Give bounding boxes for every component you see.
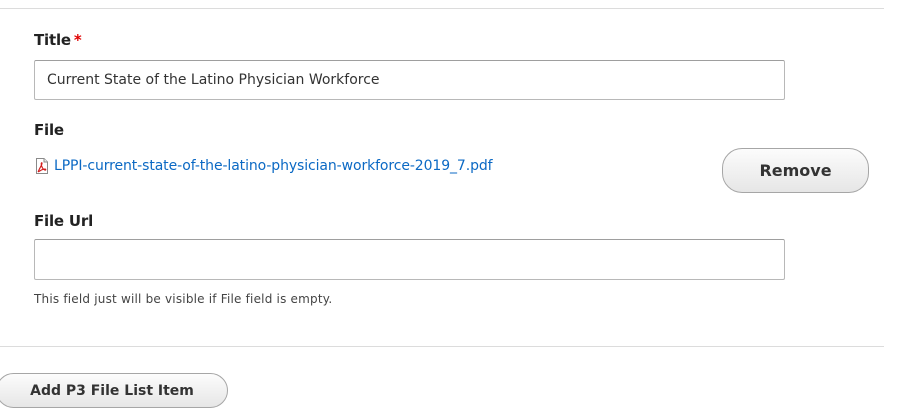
required-marker: * (73, 31, 82, 49)
remove-button[interactable]: Remove (722, 148, 869, 193)
title-input[interactable] (34, 60, 785, 100)
file-url-label: File Url (34, 212, 94, 230)
form-page: Title* File LPPI-current-state-of-the-la… (0, 0, 902, 416)
title-label: Title * (34, 31, 82, 49)
file-url-help-text: This field just will be visible if File … (34, 292, 333, 306)
title-label-text: Title (34, 31, 71, 49)
add-file-list-item-button[interactable]: Add P3 File List Item (0, 373, 228, 408)
file-link[interactable]: LPPI-current-state-of-the-latino-physici… (54, 158, 493, 174)
file-row: LPPI-current-state-of-the-latino-physici… (34, 156, 493, 176)
file-label: File (34, 121, 64, 139)
pdf-file-icon (34, 157, 50, 175)
file-url-input[interactable] (34, 239, 785, 280)
bottom-divider (0, 346, 884, 347)
top-divider (0, 8, 884, 9)
